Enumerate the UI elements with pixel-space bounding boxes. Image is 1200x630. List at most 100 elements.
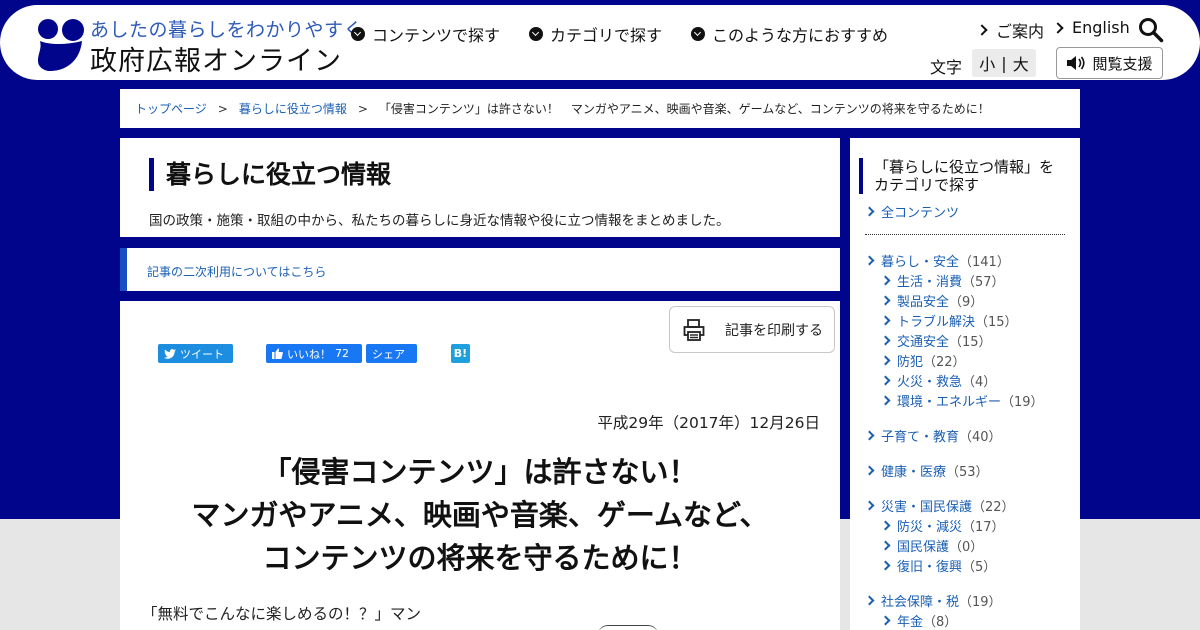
sidebar-subcategory[interactable]: 生活・消費 （57） [880,271,1005,290]
article-date: 平成29年（2017年）12月26日 [597,414,820,432]
sidebar-category[interactable]: 災害・国民保護 （22） [864,496,1015,515]
arrow-right-icon [880,275,891,286]
sidebar-item-count: （22） [923,355,966,370]
sidebar-item-label[interactable]: 復旧・復興 [897,556,962,575]
sidebar-item-label[interactable]: トラブル解決 [897,311,975,330]
sidebar-item-label[interactable]: 環境・エネルギー [897,391,1001,410]
reuse-link[interactable]: 記事の二次利用についてはこちら [147,263,326,280]
sidebar-category[interactable]: 社会保障・税 （19） [864,591,1002,610]
sidebar-item-count: （40） [959,430,1002,445]
facebook-share-button[interactable]: シェア [366,344,417,363]
font-small-button[interactable]: 小 [979,51,995,75]
facebook-like-button[interactable]: いいね！ 72 [266,344,362,363]
nav-contents[interactable]: コンテンツで探す [351,22,500,46]
breadcrumb-current: 「侵害コンテンツ」は許さない！ マンガやアニメ、映画や音楽、ゲームなど、コンテン… [378,102,990,116]
arrow-right-icon [880,315,891,326]
arrow-right-icon [880,335,891,346]
sidebar-item-all[interactable]: 全コンテンツ [864,202,959,221]
font-size-label: 文字 [930,58,963,77]
arrow-right-icon [880,295,891,306]
sidebar-subcategory[interactable]: 復旧・復興 （5） [880,556,997,575]
speaker-icon [1067,56,1086,70]
nav-recommend[interactable]: このような方におすすめ [691,22,888,46]
hatena-bookmark-button[interactable]: B! [451,344,470,363]
breadcrumb: トップページ > 暮らしに役立つ情報 > 「侵害コンテンツ」は許さない！ マンガ… [120,89,1080,128]
breadcrumb-separator: > [357,101,368,116]
arrow-right-icon [880,560,891,571]
sidebar-item-count: （4） [962,375,997,390]
chevron-down-icon [529,27,543,41]
reuse-notice: 記事の二次利用についてはこちら [120,248,840,291]
arrow-right-icon [880,520,891,531]
breadcrumb-top[interactable]: トップページ [135,100,207,117]
sidebar-item-count: （141） [959,255,1010,270]
print-button[interactable]: 記事を印刷する [669,306,835,353]
sidebar-subcategory[interactable]: 交通安全 （15） [880,331,992,350]
sidebar-title: 「暮らしに役立つ情報」を カテゴリで探す [859,158,1054,194]
sidebar-subcategory[interactable]: 防犯 （22） [880,351,966,370]
sidebar-item-label[interactable]: 年金 [897,611,923,630]
sidebar-item-label[interactable]: 火災・救急 [897,371,962,390]
guide-link[interactable]: ご案内 [976,18,1044,42]
sidebar-item-count: （53） [946,465,989,480]
sidebar-item-label[interactable]: 交通安全 [897,331,949,350]
sidebar-item-label[interactable]: 防災・減災 [897,516,962,535]
arrow-right-icon [864,500,875,511]
english-link[interactable]: English [1052,18,1130,37]
breadcrumb-category[interactable]: 暮らしに役立つ情報 [239,100,347,117]
sidebar-item-count: （15） [975,315,1018,330]
arrow-right-icon [880,355,891,366]
sidebar-subcategory[interactable]: 国民保護 （0） [880,536,984,555]
sidebar-item-count: （8） [923,615,958,630]
like-count: 72 [335,347,349,360]
sidebar-item-label[interactable]: 暮らし・安全 [881,251,959,270]
tweet-button[interactable]: ツイート [158,344,233,363]
arrow-right-icon [864,465,875,476]
sidebar-category[interactable]: 子育て・教育 （40） [864,426,1002,445]
sidebar-subcategory[interactable]: 環境・エネルギー （19） [880,391,1044,410]
arrow-right-icon [880,615,891,626]
sidebar-subcategory[interactable]: 火災・救急 （4） [880,371,997,390]
sidebar-item-count: （0） [949,540,984,555]
category-title: 暮らしに役立つ情報 [149,158,391,191]
site-tagline: あしたの暮らしをわかりやすく [90,19,364,41]
gov-logo-icon[interactable] [36,17,88,73]
category-header: 暮らしに役立つ情報 国の政策・施策・取組の中から、私たちの暮らしに身近な情報や役… [120,138,840,237]
chevron-right-icon [976,24,988,36]
sidebar-item-count: （19） [1001,395,1044,410]
font-large-button[interactable]: 大 [1013,51,1029,75]
sidebar-item-count: （5） [962,560,997,575]
nav-category[interactable]: カテゴリで探す [529,22,662,46]
article-illustration [598,625,658,630]
chevron-right-icon [1052,21,1064,34]
sidebar-item-label[interactable]: 社会保障・税 [881,591,959,610]
arrow-right-icon [864,595,875,606]
sidebar-subcategory[interactable]: 防災・減災 （17） [880,516,1005,535]
sidebar-item-label[interactable]: 防犯 [897,351,923,370]
sidebar-item-label[interactable]: 国民保護 [897,536,949,555]
site-name[interactable]: 政府広報オンライン [90,39,342,78]
search-icon[interactable] [1138,17,1164,43]
printer-icon [683,318,705,341]
arrow-right-icon [880,375,891,386]
sidebar-item-label[interactable]: 製品安全 [897,291,949,310]
sidebar-item-label[interactable]: 生活・消費 [897,271,962,290]
arrow-right-icon [880,540,891,551]
sidebar-item-label[interactable]: 健康・医療 [881,461,946,480]
sidebar-category[interactable]: 暮らし・安全 （141） [864,251,1010,270]
sidebar-subcategory[interactable]: トラブル解決 （15） [880,311,1018,330]
chevron-down-icon [691,27,705,41]
arrow-right-icon [864,206,875,217]
sidebar-category[interactable]: 健康・医療 （53） [864,461,989,480]
sidebar-subcategory[interactable]: 製品安全 （9） [880,291,984,310]
article-headline: 「侵害コンテンツ」は許さない！ マンガやアニメ、映画や音楽、ゲームなど、 コンテ… [191,455,769,575]
access-support-button[interactable]: 閲覧支援 [1056,47,1163,79]
sidebar-subcategory[interactable]: 年金 （8） [880,611,958,630]
arrow-right-icon [880,395,891,406]
sidebar-item-count: （9） [949,295,984,310]
sidebar-item-count: （57） [962,275,1005,290]
sidebar-item-label[interactable]: 災害・国民保護 [881,496,972,515]
sidebar-item-label[interactable]: 子育て・教育 [881,426,959,445]
category-description: 国の政策・施策・取組の中から、私たちの暮らしに身近な情報や役に立つ情報をまとめま… [149,213,730,229]
arrow-right-icon [864,255,875,266]
